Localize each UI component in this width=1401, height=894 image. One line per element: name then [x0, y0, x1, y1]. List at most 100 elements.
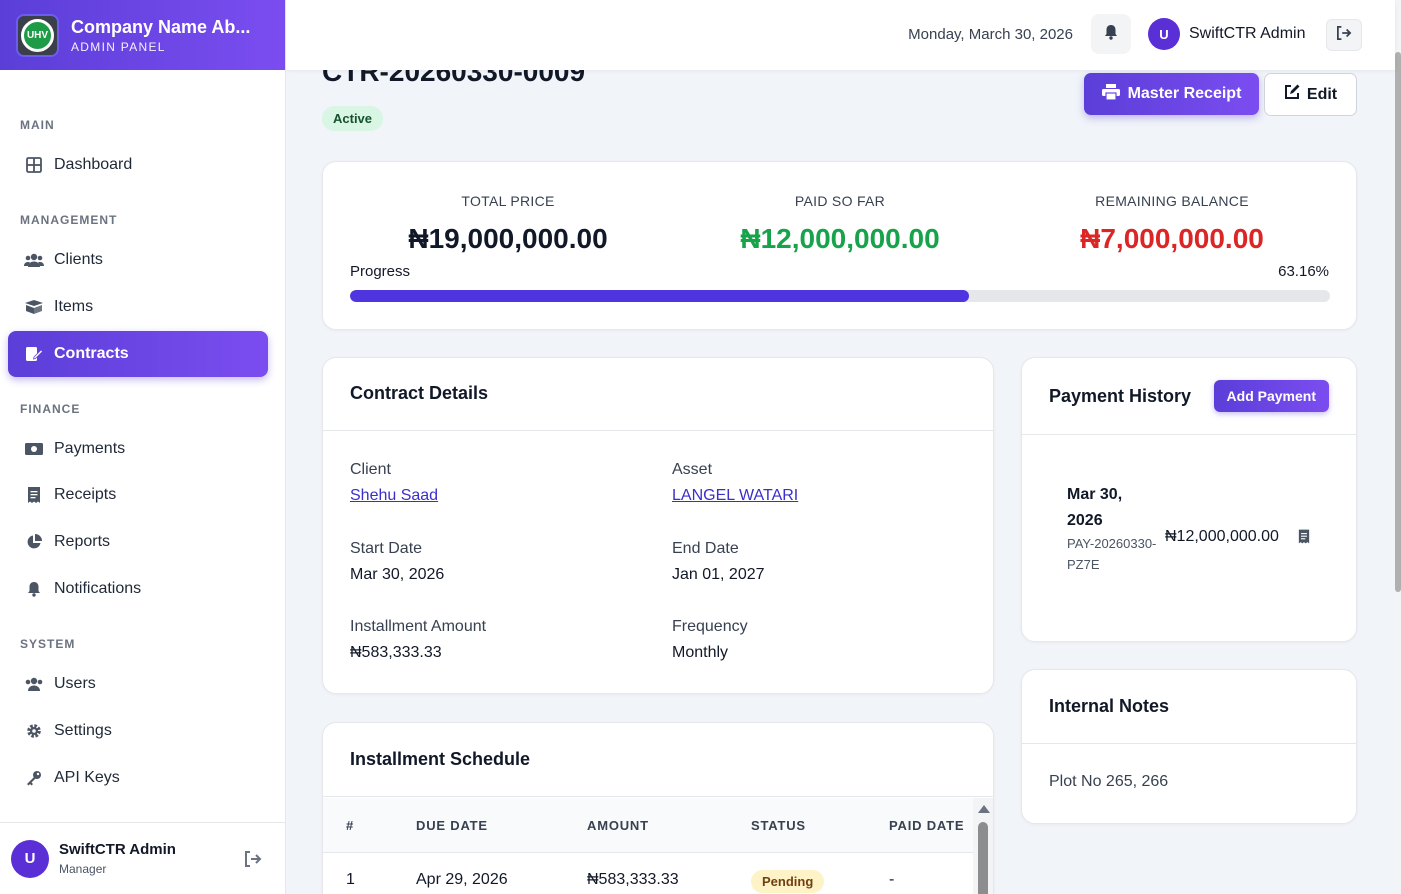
progress-percent: 63.16%: [1278, 263, 1329, 280]
internal-notes-title: Internal Notes: [1049, 696, 1170, 716]
printer-icon: [1101, 83, 1120, 105]
logout-button[interactable]: [1326, 19, 1362, 51]
money-icon: [24, 439, 44, 459]
notifications-button[interactable]: [1091, 14, 1131, 54]
master-receipt-label: Master Receipt: [1127, 85, 1242, 102]
remaining-balance-label: REMAINING BALANCE: [1095, 193, 1249, 209]
paid-so-far-label: PAID SO FAR: [794, 193, 886, 209]
internal-notes-card: Internal Notes Plot No 265, 266: [1021, 669, 1357, 824]
remaining-balance-value: ₦7,000,000.00: [1080, 223, 1264, 254]
bell-icon: [1104, 24, 1118, 45]
users-icon: [24, 250, 44, 270]
avatar[interactable]: U: [1148, 18, 1180, 50]
table-scrollbar[interactable]: [973, 798, 993, 894]
payment-history-card: Payment History Add Payment Mar 30, 2026…: [1021, 357, 1357, 642]
sidebar-item-label: Users: [54, 675, 96, 692]
total-price-stat: TOTAL PRICE ₦19,000,000.00: [348, 193, 668, 255]
company-logo: UHV: [16, 13, 59, 57]
frequency-label: Frequency: [672, 618, 748, 635]
bell-icon: [24, 579, 44, 599]
receipt-icon: [24, 485, 44, 505]
start-date-field: Start Date Mar 30, 2026: [350, 540, 444, 584]
logo-mark: UHV: [21, 18, 54, 52]
scrollbar-thumb[interactable]: [978, 822, 988, 894]
sidebar-item-dashboard[interactable]: Dashboard: [8, 142, 268, 188]
frequency-value: Monthly: [672, 644, 729, 661]
sidebar-item-label: API Keys: [54, 769, 120, 786]
installment-amount-field: Installment Amount ₦583,333.33: [350, 618, 486, 662]
frequency-field: Frequency Monthly: [672, 618, 748, 662]
page-scrollbar-thumb[interactable]: [1395, 52, 1401, 592]
scroll-up-arrow-icon[interactable]: [978, 805, 990, 813]
paid-so-far-stat: PAID SO FAR ₦12,000,000.00: [680, 193, 1000, 255]
column-header-paid-date: PAID DATE: [889, 818, 965, 833]
sidebar-user-panel: U SwiftCTR Admin Manager: [0, 822, 286, 894]
sidebar-item-payments[interactable]: Payments: [8, 426, 268, 472]
contract-icon: [24, 344, 44, 364]
progress-bar-fill: [350, 290, 969, 302]
sidebar-item-settings[interactable]: Settings: [8, 708, 268, 754]
column-header-due-date: DUE DATE: [416, 818, 488, 833]
sidebar-user-name: SwiftCTR Admin: [59, 841, 176, 858]
total-price-value: ₦19,000,000.00: [408, 223, 608, 254]
users-group-icon: [24, 674, 44, 694]
installment-amount-label: Installment Amount: [350, 618, 487, 635]
client-link[interactable]: Shehu Saad: [350, 487, 438, 505]
installment-schedule-title: Installment Schedule: [350, 749, 531, 769]
sidebar-item-users[interactable]: Users: [8, 661, 268, 707]
page-scrollbar[interactable]: [1395, 0, 1401, 894]
nav-section-main: MAIN: [20, 118, 55, 132]
progress-label: Progress: [350, 263, 411, 280]
payment-amount: ₦12,000,000.00: [1165, 528, 1279, 545]
installment-schedule-card: Installment Schedule # DUE DATE AMOUNT S…: [322, 722, 994, 894]
brand-header[interactable]: UHV Company Name Ab... ADMIN PANEL: [0, 0, 285, 70]
admin-panel-subtitle: ADMIN PANEL: [71, 39, 166, 54]
client-field: Client Shehu Saad: [350, 461, 438, 505]
nav-section-management: MANAGEMENT: [20, 213, 118, 227]
sidebar-item-api-keys[interactable]: API Keys: [8, 755, 268, 801]
asset-link[interactable]: LANGEL WATARI: [672, 487, 798, 505]
box-icon: [24, 297, 44, 317]
balance-summary-card: TOTAL PRICE ₦19,000,000.00 PAID SO FAR ₦…: [322, 161, 1357, 330]
column-header-number: #: [346, 818, 355, 833]
grid-icon: [24, 155, 44, 175]
edit-button[interactable]: Edit: [1264, 73, 1357, 116]
logout-icon[interactable]: [244, 851, 262, 872]
sidebar-item-label: Clients: [54, 251, 103, 268]
sidebar-item-label: Notifications: [54, 580, 142, 597]
current-date: Monday, March 30, 2026: [908, 26, 1073, 43]
nav-section-finance: FINANCE: [20, 402, 81, 416]
sidebar-item-receipts[interactable]: Receipts: [8, 472, 268, 518]
sidebar-item-reports[interactable]: Reports: [8, 519, 268, 565]
master-receipt-button[interactable]: Master Receipt: [1084, 73, 1259, 115]
receipt-icon[interactable]: [1298, 529, 1310, 549]
sidebar-item-label: Payments: [54, 440, 126, 457]
start-date-label: Start Date: [350, 540, 423, 557]
top-user-name[interactable]: SwiftCTR Admin: [1189, 25, 1305, 43]
gear-icon: [24, 721, 44, 741]
add-payment-button[interactable]: Add Payment: [1213, 380, 1329, 412]
total-price-label: TOTAL PRICE: [461, 193, 555, 209]
sidebar-item-clients[interactable]: Clients: [8, 237, 268, 283]
sidebar-item-label: Items: [54, 298, 94, 315]
table-header: # DUE DATE AMOUNT STATUS PAID DATE: [323, 798, 973, 853]
row-due-date: Apr 29, 2026: [416, 871, 508, 888]
sidebar-item-label: Contracts: [54, 345, 129, 362]
payment-reference: PAY-20260330-PZ7E: [1067, 536, 1157, 572]
sidebar-item-items[interactable]: Items: [8, 284, 268, 330]
status-badge: Pending: [751, 870, 825, 893]
sidebar-item-label: Dashboard: [54, 156, 133, 173]
sidebar-item-contracts[interactable]: Contracts: [8, 331, 268, 377]
contract-details-card: Contract Details Client Shehu Saad Asset…: [322, 357, 994, 694]
top-bar: Monday, March 30, 2026 U SwiftCTR Admin: [286, 0, 1395, 70]
contract-details-title: Contract Details: [350, 383, 489, 403]
asset-field: Asset LANGEL WATARI: [672, 461, 798, 505]
avatar[interactable]: U: [11, 839, 49, 878]
sidebar-item-notifications[interactable]: Notifications: [8, 566, 268, 612]
key-icon: [24, 768, 44, 788]
installment-amount-value: ₦583,333.33: [350, 644, 442, 661]
logout-icon: [1336, 25, 1352, 45]
row-amount: ₦583,333.33: [587, 871, 679, 888]
column-header-status: STATUS: [751, 818, 806, 833]
end-date-label: End Date: [672, 540, 739, 557]
